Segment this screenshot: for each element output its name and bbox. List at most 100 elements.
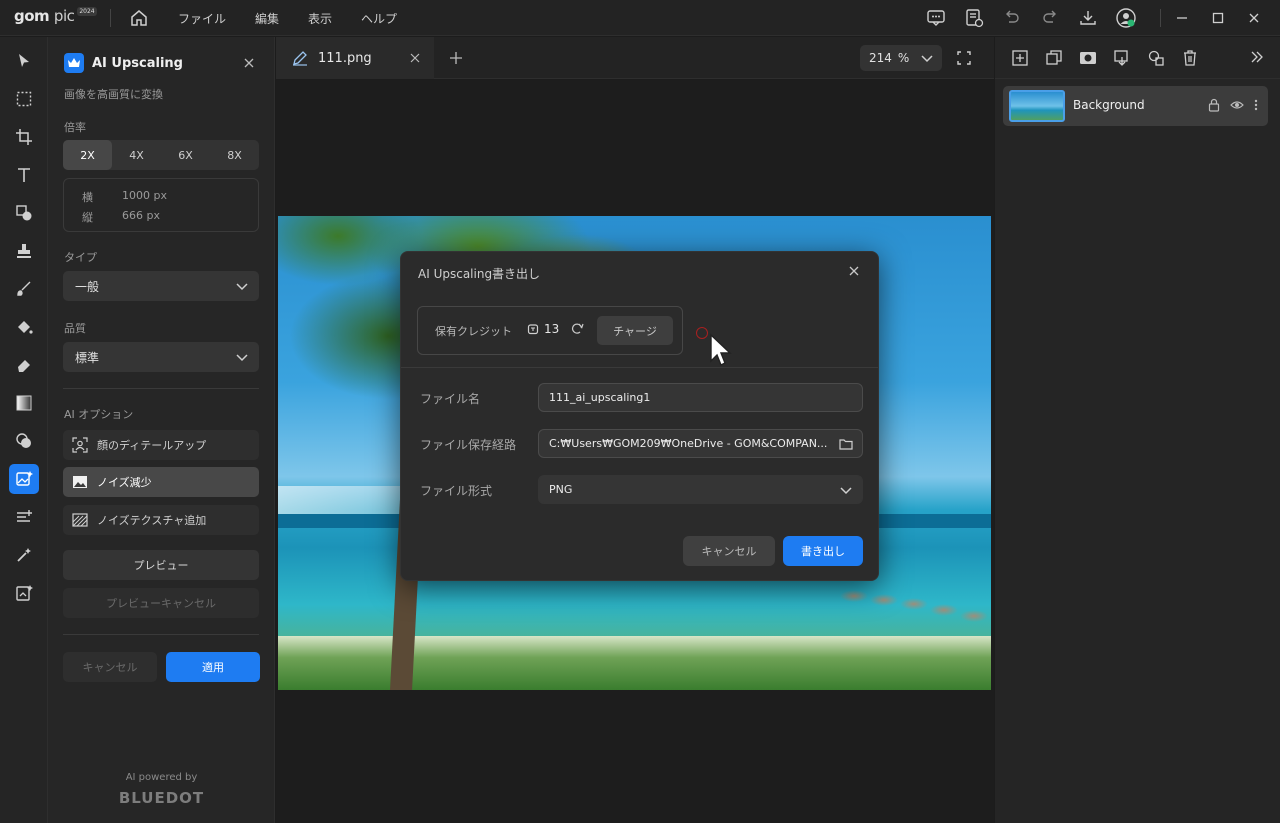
charge-button[interactable]: チャージ: [597, 316, 673, 345]
add-tab-icon[interactable]: [448, 50, 464, 66]
dialog-title: AI Upscaling書き出し: [418, 267, 541, 281]
minimize-button[interactable]: [1170, 6, 1194, 30]
crown-icon: [64, 53, 84, 73]
scale-8x-button[interactable]: 8X: [210, 140, 259, 170]
layer-item[interactable]: Background: [1003, 86, 1268, 126]
close-icon[interactable]: [408, 51, 422, 65]
delete-layer-button[interactable]: [1179, 47, 1201, 69]
close-icon: [1249, 13, 1259, 23]
trash-icon: [1184, 50, 1196, 66]
scale-6x-button[interactable]: 6X: [161, 140, 210, 170]
click-indicator: [696, 327, 708, 339]
width-row: 横 1000 px: [82, 189, 167, 205]
undo-button[interactable]: [1000, 6, 1024, 30]
scale-2x-button[interactable]: 2X: [63, 140, 112, 170]
export-tool[interactable]: [9, 578, 39, 608]
save-path-input[interactable]: C:₩Users₩GOM209₩OneDrive - GOM&COMPAN...: [538, 429, 863, 458]
option-face-detail[interactable]: 顔のディテールアップ: [63, 430, 259, 460]
fit-screen-icon[interactable]: [956, 50, 972, 66]
app-logo: gom pic 2024: [14, 6, 97, 25]
zoom-select[interactable]: 214 %: [860, 45, 942, 71]
eraser-tool[interactable]: [9, 350, 39, 380]
stamp-icon: [17, 244, 31, 258]
apply-button[interactable]: 適用: [166, 652, 260, 682]
add-layer-button[interactable]: [1009, 47, 1031, 69]
history-button[interactable]: [962, 6, 986, 30]
crop-tool[interactable]: [9, 122, 39, 152]
beach-band: [278, 636, 991, 690]
lock-icon[interactable]: [1208, 98, 1220, 112]
filename-input[interactable]: 111_ai_upscaling1: [538, 383, 863, 412]
menu-edit[interactable]: 編集: [255, 10, 294, 27]
collapse-panel-icon[interactable]: [1249, 49, 1265, 65]
home-icon: [131, 10, 147, 26]
menu-file[interactable]: ファイル: [178, 10, 241, 27]
shape-tool[interactable]: [9, 198, 39, 228]
magic-tool[interactable]: [9, 540, 39, 570]
download-button[interactable]: [1076, 6, 1100, 30]
mask-layer-button[interactable]: [1077, 47, 1099, 69]
close-window-button[interactable]: [1242, 6, 1266, 30]
blend-tool[interactable]: [9, 426, 39, 456]
dialog-cancel-button[interactable]: キャンセル: [683, 536, 775, 566]
menu-view[interactable]: 表示: [308, 10, 347, 27]
quality-select[interactable]: 標準: [63, 342, 259, 372]
folder-icon[interactable]: [839, 437, 853, 451]
option-label: 顔のディテールアップ: [97, 439, 207, 452]
account-button[interactable]: [1114, 6, 1138, 30]
adjust-tool[interactable]: [9, 502, 39, 532]
divider: [1160, 9, 1161, 27]
eye-icon[interactable]: [1230, 98, 1244, 112]
brush-tool[interactable]: [9, 274, 39, 304]
layer-style-button[interactable]: [1145, 47, 1167, 69]
redo-button[interactable]: [1038, 6, 1062, 30]
export-button[interactable]: 書き出し: [783, 536, 863, 566]
preview-button[interactable]: プレビュー: [63, 550, 259, 580]
quality-label: 品質: [64, 322, 86, 335]
document-tab[interactable]: 111.png: [276, 37, 434, 79]
adjust-list-icon: [17, 510, 32, 522]
mouse-cursor-icon: [710, 333, 732, 366]
maximize-button[interactable]: [1206, 6, 1230, 30]
format-select[interactable]: PNG: [538, 475, 863, 504]
panel-close-button[interactable]: [241, 55, 257, 71]
duplicate-icon: [1046, 50, 1062, 65]
logo-pic: pic: [53, 7, 75, 25]
panel-cancel-button[interactable]: キャンセル: [63, 652, 157, 682]
option-noise-texture[interactable]: ノイズテクスチャ追加: [63, 505, 259, 535]
layer-name: Background: [1073, 98, 1145, 112]
ai-upscaling-tool[interactable]: [9, 464, 39, 494]
marquee-tool[interactable]: [9, 84, 39, 114]
document-clock-icon: [966, 9, 984, 28]
mask-icon: [1080, 52, 1096, 64]
preview-cancel-button[interactable]: プレビューキャンセル: [63, 588, 259, 618]
layers-panel: Background: [995, 37, 1280, 823]
format-value: PNG: [549, 483, 573, 496]
zoom-unit: %: [897, 51, 910, 65]
more-options-icon[interactable]: [1254, 98, 1258, 112]
select-tool[interactable]: [9, 46, 39, 76]
option-label: ノイズテクスチャ追加: [97, 514, 207, 527]
close-icon[interactable]: [847, 264, 861, 278]
type-select[interactable]: 一般: [63, 271, 259, 301]
gradient-tool[interactable]: [9, 388, 39, 418]
fill-tool[interactable]: [9, 312, 39, 342]
text-tool[interactable]: [9, 160, 39, 190]
credit-count: 13: [544, 322, 560, 336]
home-button[interactable]: [128, 7, 150, 29]
type-label: タイプ: [64, 251, 97, 264]
tab-filename: 111.png: [318, 50, 372, 66]
redo-icon: [1043, 10, 1056, 23]
refresh-icon[interactable]: [570, 322, 584, 336]
export-image-icon: [16, 585, 33, 601]
stamp-tool[interactable]: [9, 236, 39, 266]
chevron-down-icon: [236, 354, 248, 362]
menu-help[interactable]: ヘルプ: [361, 10, 412, 27]
feedback-button[interactable]: [924, 6, 948, 30]
divider: [110, 9, 111, 27]
merge-layer-button[interactable]: [1111, 47, 1133, 69]
option-noise-reduction[interactable]: ノイズ減少: [63, 467, 259, 497]
duplicate-layer-button[interactable]: [1043, 47, 1065, 69]
text-icon: [18, 168, 30, 182]
scale-4x-button[interactable]: 4X: [112, 140, 161, 170]
